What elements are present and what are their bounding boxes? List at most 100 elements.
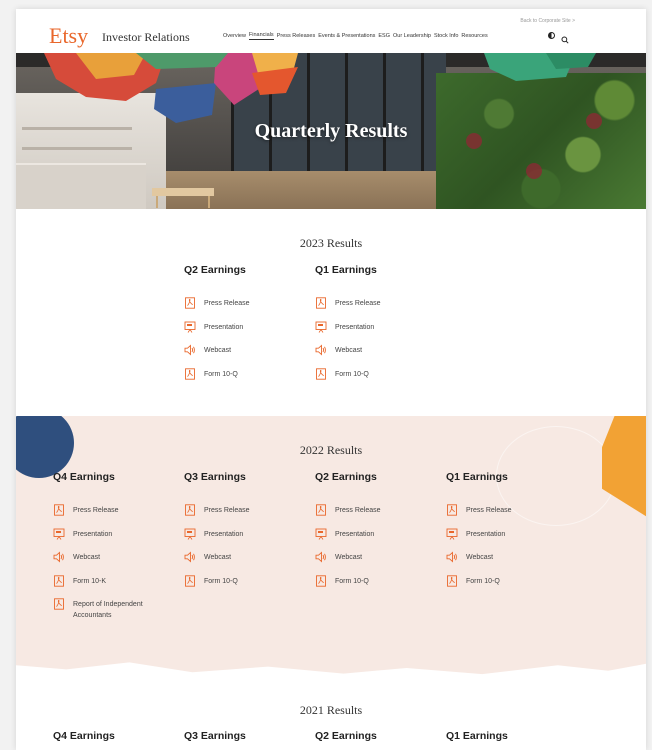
- site-header: Etsy Investor Relations Back to Corporat…: [16, 9, 646, 53]
- quarter-q1-2021: Q1 Earnings: [446, 730, 571, 750]
- quarter-title: Q1 Earnings: [446, 730, 508, 742]
- pdf-icon: [315, 367, 327, 380]
- pdf-icon: [53, 574, 65, 587]
- corporate-site-link[interactable]: Back to Corporate Site >: [520, 18, 575, 24]
- quarter-q1-2023: Q1 Earnings Press Release Presentation W…: [315, 264, 440, 392]
- hero-title: Quarterly Results: [254, 120, 408, 142]
- press-release-link[interactable]: Press Release: [53, 504, 178, 529]
- pdf-icon: [446, 504, 458, 516]
- nav-item-financials[interactable]: Financials: [248, 32, 274, 40]
- form-10k-link[interactable]: Form 10-K: [53, 574, 178, 600]
- presentation-icon: [184, 528, 196, 540]
- quarter-q4-2021: Q4 Earnings: [53, 730, 178, 750]
- nav-item-stock-info[interactable]: Stock Info: [434, 33, 458, 39]
- page: Etsy Investor Relations Back to Corporat…: [16, 9, 646, 750]
- pdf-icon: [184, 574, 196, 587]
- pdf-icon: [184, 367, 196, 380]
- quarter-title: Q2 Earnings: [315, 471, 377, 483]
- contrast-toggle-icon[interactable]: [548, 32, 555, 39]
- form-10q-link[interactable]: Form 10-Q: [315, 574, 440, 600]
- webcast-link[interactable]: Webcast: [315, 344, 440, 369]
- presentation-link[interactable]: Presentation: [184, 528, 309, 553]
- quarter-title: Q1 Earnings: [315, 264, 377, 276]
- hero-table-leg: [208, 196, 210, 208]
- hero-counter: [16, 163, 146, 209]
- presentation-icon: [184, 321, 196, 333]
- quarter-title: Q3 Earnings: [184, 730, 246, 742]
- quarter-q3-2021: Q3 Earnings: [184, 730, 309, 750]
- results-2021-section: 2021 Results Q4 Earnings Q3 Earnings Q2 …: [16, 682, 646, 750]
- hero-flower: [526, 163, 542, 179]
- hero-hanging-art: [44, 53, 596, 123]
- pdf-icon: [184, 297, 196, 309]
- pdf-icon: [53, 504, 65, 516]
- press-release-link[interactable]: Press Release: [184, 297, 309, 322]
- webcast-link[interactable]: Webcast: [315, 551, 440, 576]
- results-2022-section: 2022 Results Q4 Earnings Press Release P…: [16, 416, 646, 682]
- decorative-wave-edge: [16, 662, 646, 682]
- form-10q-link[interactable]: Form 10-Q: [184, 574, 309, 600]
- hero-banner: Quarterly Results: [16, 53, 646, 209]
- presentation-icon: [315, 528, 327, 540]
- quarter-title: Q2 Earnings: [315, 730, 377, 742]
- speaker-icon: [446, 551, 458, 563]
- presentation-link[interactable]: Presentation: [446, 528, 571, 553]
- nav-item-press-releases[interactable]: Press Releases: [277, 33, 316, 39]
- quarter-q2-2022: Q2 Earnings Press Release Presentation W…: [315, 471, 440, 599]
- year-title-2022: 2022 Results: [299, 443, 363, 457]
- etsy-logo[interactable]: Etsy: [49, 23, 88, 49]
- press-release-link[interactable]: Press Release: [315, 504, 440, 529]
- webcast-link[interactable]: Webcast: [184, 344, 309, 369]
- decorative-orange-shape: [602, 416, 646, 520]
- quarter-title: Q1 Earnings: [446, 471, 508, 483]
- quarter-title: Q4 Earnings: [53, 471, 115, 483]
- quarter-title: Q4 Earnings: [53, 730, 115, 742]
- webcast-link[interactable]: Webcast: [446, 551, 571, 576]
- form-10q-link[interactable]: Form 10-Q: [446, 574, 571, 600]
- webcast-link[interactable]: Webcast: [184, 551, 309, 576]
- results-2023-section: 2023 Results Q2 Earnings Press Release P…: [16, 209, 646, 416]
- hero-table-leg: [156, 196, 158, 208]
- speaker-icon: [184, 551, 196, 563]
- nav-item-esg[interactable]: ESG: [378, 33, 390, 39]
- quarter-title: Q3 Earnings: [184, 471, 246, 483]
- nav-item-events-presentations[interactable]: Events & Presentations: [318, 33, 375, 39]
- press-release-link[interactable]: Press Release: [315, 297, 440, 322]
- quarter-title: Q2 Earnings: [184, 264, 246, 276]
- form-10q-link[interactable]: Form 10-Q: [184, 367, 309, 393]
- pdf-icon: [315, 504, 327, 516]
- presentation-icon: [53, 528, 65, 540]
- speaker-icon: [184, 344, 196, 356]
- form-10q-link[interactable]: Form 10-Q: [315, 367, 440, 393]
- presentation-icon: [446, 528, 458, 540]
- speaker-icon: [315, 551, 327, 563]
- speaker-icon: [315, 344, 327, 356]
- quarter-q2-2021: Q2 Earnings: [315, 730, 440, 750]
- quarter-q3-2022: Q3 Earnings Press Release Presentation W…: [184, 471, 309, 599]
- search-icon[interactable]: [561, 31, 569, 44]
- site-title[interactable]: Investor Relations: [102, 30, 190, 45]
- nav-item-overview[interactable]: Overview: [223, 33, 246, 39]
- quarter-q2-2023: Q2 Earnings Press Release Presentation W…: [184, 264, 309, 392]
- pdf-icon: [315, 297, 327, 309]
- main-nav: Overview Financials Press Releases Event…: [223, 32, 488, 40]
- speaker-icon: [53, 551, 65, 563]
- presentation-link[interactable]: Presentation: [53, 528, 178, 553]
- quarter-q4-2022: Q4 Earnings Press Release Presentation W…: [53, 471, 178, 627]
- nav-item-our-leadership[interactable]: Our Leadership: [393, 33, 431, 39]
- year-title-2023: 2023 Results: [299, 236, 363, 250]
- presentation-link[interactable]: Presentation: [315, 528, 440, 553]
- webcast-link[interactable]: Webcast: [53, 551, 178, 576]
- hero-table: [152, 188, 214, 196]
- nav-item-resources[interactable]: Resources: [461, 33, 487, 39]
- hero-shelf: [22, 147, 132, 150]
- press-release-link[interactable]: Press Release: [184, 504, 309, 529]
- pdf-icon: [315, 574, 327, 587]
- pdf-icon: [53, 598, 65, 610]
- presentation-link[interactable]: Presentation: [315, 321, 440, 346]
- presentation-link[interactable]: Presentation: [184, 321, 309, 346]
- presentation-icon: [315, 321, 327, 333]
- press-release-link[interactable]: Press Release: [446, 504, 571, 529]
- report-independent-accountants-link[interactable]: Report of Independent Accountants: [53, 598, 178, 627]
- quarter-q1-2022: Q1 Earnings Press Release Presentation W…: [446, 471, 571, 599]
